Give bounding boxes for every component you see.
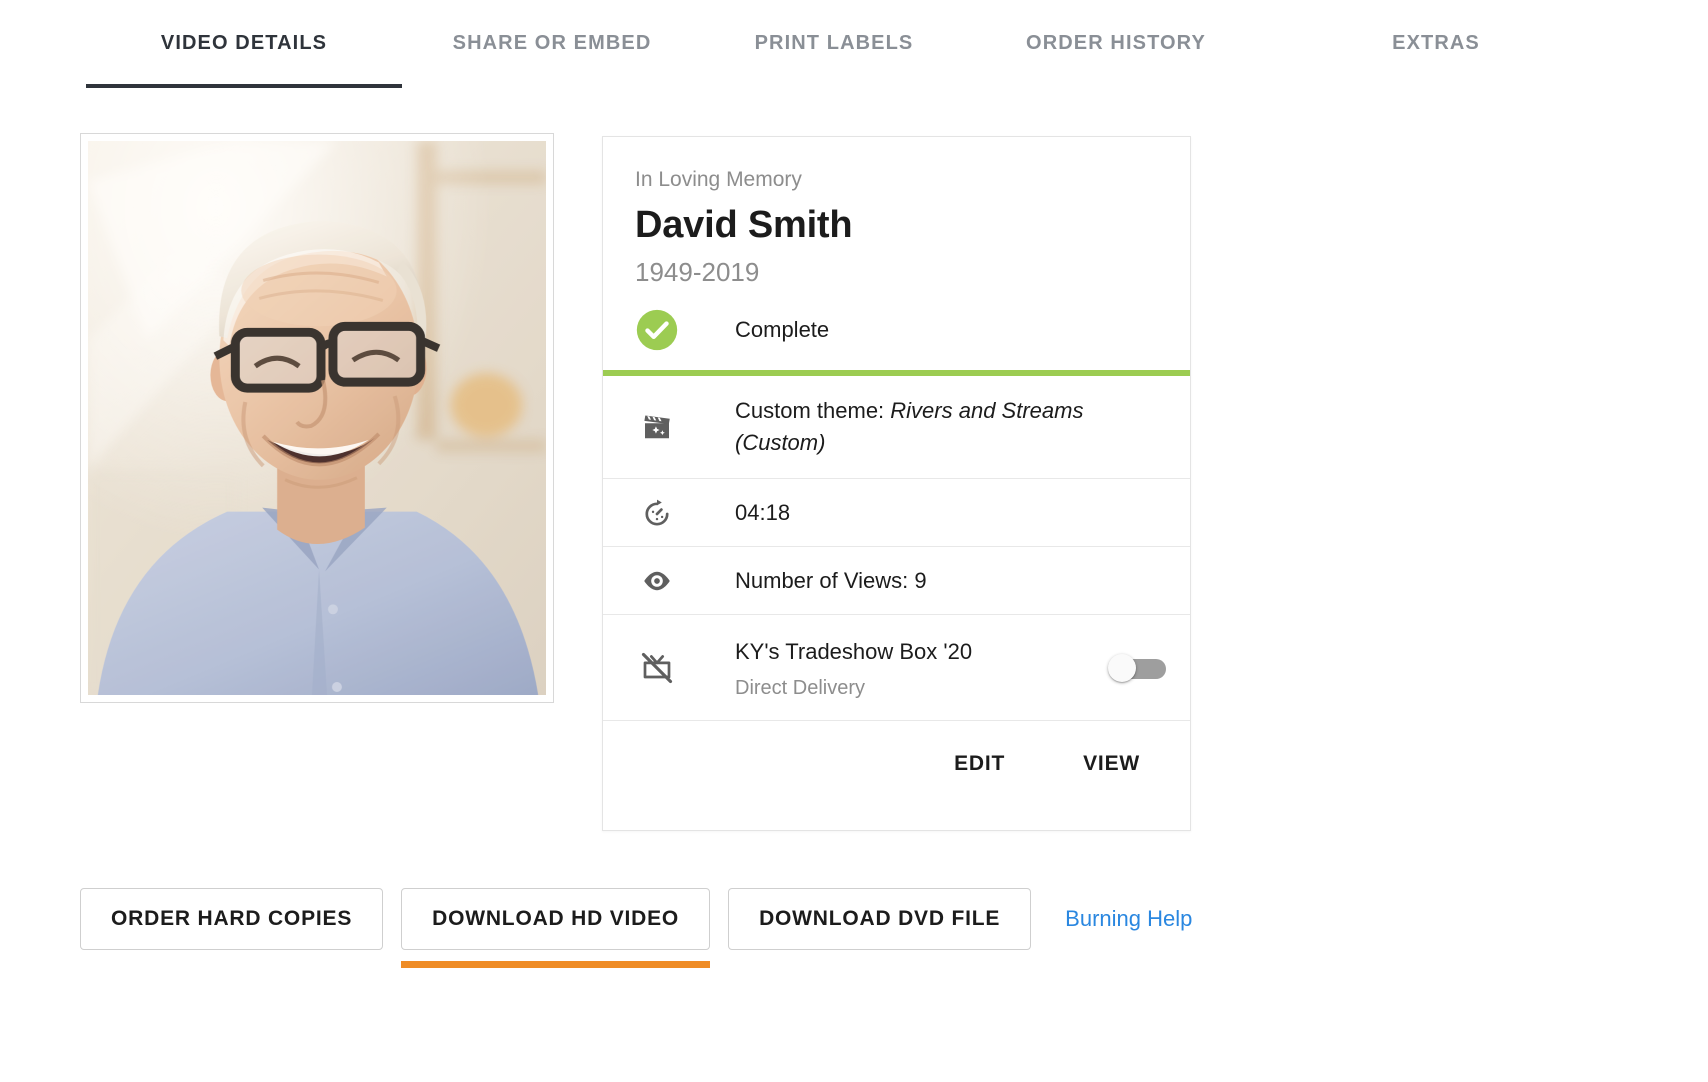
views-text: Number of Views: 9 bbox=[735, 567, 927, 593]
memory-label: In Loving Memory bbox=[635, 168, 802, 191]
eye-icon bbox=[635, 559, 679, 603]
theme-text: Custom theme: Rivers and Streams (Custom… bbox=[735, 395, 1190, 459]
tab-label: PRINT LABELS bbox=[754, 31, 914, 54]
tab-extras[interactable]: EXTRAS bbox=[1266, 0, 1606, 98]
video-thumbnail-photo bbox=[88, 141, 546, 695]
theme-row: Custom theme: Rivers and Streams (Custom… bbox=[603, 376, 1190, 480]
tab-order-history[interactable]: ORDER HISTORY bbox=[966, 0, 1266, 98]
edit-button[interactable]: EDIT bbox=[938, 742, 1021, 786]
card-actions: EDIT VIEW bbox=[603, 721, 1190, 807]
tab-label: EXTRAS bbox=[1392, 31, 1480, 54]
check-circle-icon bbox=[635, 308, 679, 352]
person-name: David Smith bbox=[635, 204, 853, 247]
tab-active-underline bbox=[702, 84, 966, 88]
duration-row: 04:18 bbox=[603, 479, 1190, 548]
tab-label: VIDEO DETAILS bbox=[160, 31, 328, 54]
view-button[interactable]: VIEW bbox=[1067, 742, 1156, 786]
tab-active-underline bbox=[86, 84, 402, 88]
bottom-action-row: ORDER HARD COPIES DOWNLOAD HD VIDEO DOWN… bbox=[80, 888, 1380, 968]
status-row: Complete bbox=[635, 308, 1158, 370]
status-text: Complete bbox=[735, 317, 830, 343]
tab-active-underline bbox=[966, 84, 1266, 88]
tab-label: SHARE OR EMBED bbox=[452, 31, 652, 54]
tab-label: ORDER HISTORY bbox=[1026, 31, 1206, 54]
download-dvd-file-wrap: DOWNLOAD DVD FILE bbox=[728, 888, 1032, 950]
order-hard-copies-button[interactable]: ORDER HARD COPIES bbox=[80, 888, 384, 950]
tab-active-underline bbox=[1266, 84, 1606, 88]
download-hd-video-active-underline bbox=[401, 961, 711, 968]
tab-share-or-embed[interactable]: SHARE OR EMBED bbox=[402, 0, 702, 98]
person-years: 1949-2019 bbox=[635, 256, 760, 287]
delivery-title: KY's Tradeshow Box '20 bbox=[735, 638, 973, 664]
delivery-subtitle: Direct Delivery bbox=[735, 676, 866, 699]
direct-delivery-toggle[interactable] bbox=[1108, 653, 1166, 682]
delivery-row: KY's Tradeshow Box '20 Direct Delivery bbox=[603, 615, 1190, 722]
theme-prefix: Custom theme: bbox=[735, 398, 891, 424]
video-thumbnail-frame[interactable] bbox=[80, 133, 554, 703]
tab-bar: VIDEO DETAILS SHARE OR EMBED PRINT LABEL… bbox=[0, 0, 1708, 98]
video-details-card: In Loving Memory David Smith 1949-2019 C… bbox=[602, 136, 1191, 831]
timer-icon bbox=[635, 491, 679, 535]
duration-text: 04:18 bbox=[735, 499, 791, 525]
views-row: Number of Views: 9 bbox=[603, 547, 1190, 616]
download-hd-video-button[interactable]: DOWNLOAD HD VIDEO bbox=[401, 888, 711, 950]
download-dvd-file-button[interactable]: DOWNLOAD DVD FILE bbox=[728, 888, 1032, 950]
burning-help-link[interactable]: Burning Help bbox=[1065, 888, 1192, 950]
tab-print-labels[interactable]: PRINT LABELS bbox=[702, 0, 966, 98]
order-hard-copies-wrap: ORDER HARD COPIES bbox=[80, 888, 384, 950]
card-header: In Loving Memory David Smith 1949-2019 C… bbox=[603, 137, 1190, 370]
delivery-text-block: KY's Tradeshow Box '20 Direct Delivery bbox=[735, 636, 996, 700]
tab-video-details[interactable]: VIDEO DETAILS bbox=[86, 0, 402, 98]
toggle-knob bbox=[1108, 653, 1136, 682]
tab-active-underline bbox=[402, 84, 702, 88]
download-hd-video-wrap: DOWNLOAD HD VIDEO bbox=[401, 888, 711, 968]
tv-off-icon bbox=[635, 646, 679, 690]
movie-filter-icon bbox=[635, 405, 679, 449]
